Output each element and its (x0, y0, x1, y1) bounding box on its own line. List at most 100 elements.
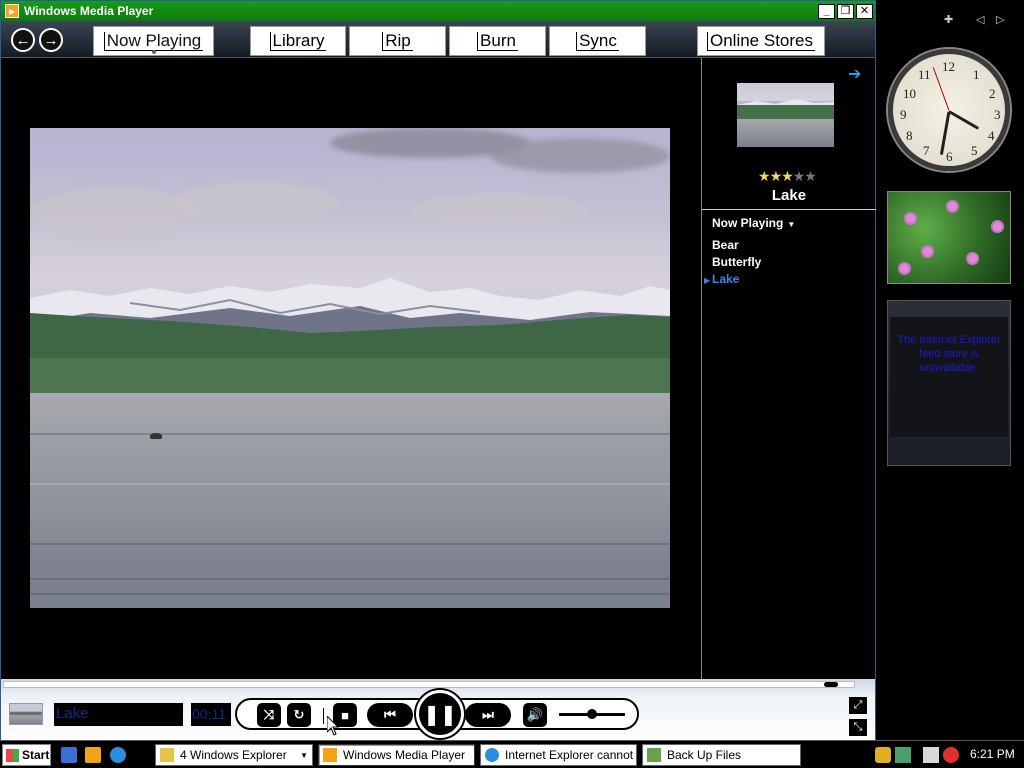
playlist-item-current[interactable]: Lake (712, 272, 739, 286)
flower (923, 247, 932, 256)
clock-numeral: 7 (923, 143, 930, 158)
mini-video-thumbnail[interactable] (9, 703, 43, 725)
hour-hand (948, 110, 980, 130)
back-button[interactable]: ← (11, 28, 35, 52)
now-playing-panel: ➔ ★★★★★ Lake Now Playing ▼ Bear Butterfly… (701, 58, 876, 679)
chevron-down-icon: ▼ (787, 220, 796, 229)
tab-label: Now Playing (103, 31, 204, 51)
flower (906, 214, 915, 223)
tab-sync[interactable]: Sync (549, 26, 646, 56)
task-windows-media-player[interactable]: Windows Media Player (318, 744, 475, 766)
flower (900, 264, 909, 273)
title-bar[interactable]: ▶ Windows Media Player _ ❐ ✕ (1, 1, 875, 21)
task-windows-explorer[interactable]: 4 Windows Explorer ▼ (155, 744, 313, 766)
add-gadget-icon[interactable]: ✚ (944, 13, 953, 26)
cloud (170, 183, 340, 223)
playlist-item[interactable]: Bear (712, 238, 739, 252)
folder-icon (160, 748, 174, 762)
playlist-dropdown[interactable]: Now Playing ▼ (712, 216, 795, 230)
volume-muted-icon[interactable] (943, 747, 959, 763)
slideshow-gadget[interactable] (887, 191, 1011, 284)
clock-gadget[interactable]: 12 1 2 3 4 5 6 7 8 9 10 11 (888, 49, 1010, 171)
rating-stars[interactable]: ★★★★★ (758, 168, 817, 185)
rating-star-icon[interactable]: ★ (793, 168, 806, 184)
repeat-button[interactable]: ↻ (287, 703, 311, 727)
arrow-right-icon[interactable]: ➔ (848, 64, 861, 84)
clock-numeral: 3 (994, 107, 1001, 122)
backup-icon (647, 748, 661, 762)
previous-page-icon[interactable]: ◁ (976, 13, 984, 26)
feed-headlines-gadget[interactable]: The Internet Explorer feed store is unav… (887, 300, 1011, 466)
clock-numeral: 10 (903, 86, 916, 101)
playlist-header-label: Now Playing (712, 216, 784, 230)
transport-bar: ⤨ ↻ ■ ⏮ ❚❚ ⏭ 🔊 (235, 690, 639, 738)
window-title: Windows Media Player (24, 4, 154, 18)
show-desktop-icon[interactable] (61, 747, 77, 763)
switch-to-compact-icon[interactable]: ⤡ (849, 719, 867, 736)
taskbar: Start 4 Windows Explorer ▼ Windows Media … (0, 740, 1024, 768)
volume-knob[interactable] (587, 709, 597, 719)
next-button[interactable]: ⏭ (465, 703, 511, 727)
sync-center-icon[interactable] (895, 747, 911, 763)
forward-button[interactable]: → (39, 28, 63, 52)
tab-label: Library (269, 31, 327, 51)
security-shield-icon[interactable] (875, 747, 891, 763)
shuffle-button[interactable]: ⤨ (257, 703, 281, 727)
feed-error-message: The Internet Explorer feed store is unav… (897, 334, 1001, 374)
maximize-button[interactable]: ❐ (837, 3, 854, 19)
media-player-quicklaunch-icon[interactable] (85, 747, 101, 763)
chevron-down-icon: ▼ (300, 750, 308, 760)
tab-rip[interactable]: Rip (349, 26, 446, 56)
album-art[interactable] (737, 83, 834, 147)
album-info: ➔ ★★★★★ Lake (702, 58, 876, 210)
media-player-icon: ▶ (5, 4, 19, 18)
start-button[interactable]: Start (2, 744, 51, 766)
clock-numeral: 5 (971, 143, 978, 158)
bird (150, 433, 162, 439)
fullscreen-icon[interactable]: ⤢ (849, 697, 867, 714)
tab-burn[interactable]: Burn (449, 26, 546, 56)
taskbar-clock[interactable]: 6:21 PM (970, 747, 1015, 761)
close-button[interactable]: ✕ (856, 3, 873, 19)
previous-button[interactable]: ⏮ (367, 703, 413, 727)
task-label: Windows Media Player (343, 748, 466, 762)
rating-star-icon[interactable]: ★ (770, 168, 783, 184)
flower (968, 254, 977, 263)
clock-numeral: 9 (900, 107, 907, 122)
next-page-icon[interactable]: ▷ (996, 13, 1004, 26)
video-frame-lake[interactable] (30, 128, 670, 608)
track-title: Lake (771, 187, 807, 204)
navigation-bar: ← → Now Playing Library Rip Burn Sync On… (1, 21, 875, 58)
start-label: Start (22, 748, 50, 762)
tab-library[interactable]: Library (250, 26, 346, 56)
playback-controls: Lake 00:11 ⤨ ↻ ■ ⏮ ❚❚ ⏭ 🔊 ⤢ ⤡ (1, 679, 875, 741)
task-internet-explorer[interactable]: Internet Explorer cannot ... (480, 744, 637, 766)
tab-now-playing[interactable]: Now Playing (93, 26, 214, 56)
minimize-button[interactable]: _ (818, 3, 835, 19)
rating-star-icon[interactable]: ★ (758, 168, 771, 184)
video-area[interactable] (1, 58, 700, 679)
mute-button[interactable]: 🔊 (523, 703, 547, 727)
internet-explorer-icon[interactable] (110, 747, 126, 763)
mouse-cursor-icon (327, 716, 339, 736)
cloud (490, 138, 670, 173)
rating-star-icon[interactable]: ★ (804, 168, 817, 184)
system-tray: 6:21 PM (870, 744, 1022, 766)
task-back-up-files[interactable]: Back Up Files (642, 744, 801, 766)
seek-bar[interactable] (3, 681, 855, 688)
rating-star-icon[interactable]: ★ (781, 168, 794, 184)
media-player-window: ▶ Windows Media Player _ ❐ ✕ ← → Now Pla… (0, 0, 876, 741)
playlist-item[interactable]: Butterfly (712, 255, 761, 269)
flower (948, 202, 957, 211)
windows-logo-icon (6, 748, 19, 762)
tab-label: Sync (576, 31, 619, 51)
clock-numeral: 1 (973, 67, 980, 82)
lake-water (30, 393, 670, 608)
elapsed-time-display[interactable]: 00:11 (191, 703, 231, 726)
flower (993, 222, 1002, 231)
seek-knob[interactable] (824, 682, 839, 687)
pause-button[interactable]: ❚❚ (416, 690, 464, 738)
desktop: ▶ Windows Media Player _ ❐ ✕ ← → Now Pla… (0, 0, 1024, 768)
network-icon[interactable] (923, 747, 939, 763)
tab-online-stores[interactable]: Online Stores (697, 26, 825, 56)
